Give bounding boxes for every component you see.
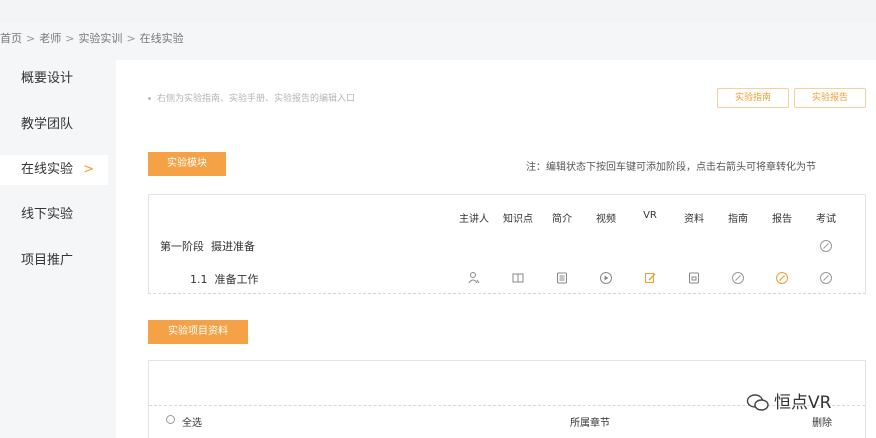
col-header-video: 视频 <box>596 214 616 225</box>
intro-document-icon[interactable] <box>555 271 569 285</box>
module-note: 注：编辑状态下按回车键可添加阶段，点击右箭头可将章转化为节 <box>526 162 816 173</box>
col-header-materials: 资料 <box>684 214 704 225</box>
col-header-exam: 考试 <box>816 214 836 225</box>
bullet-icon <box>148 97 151 100</box>
materials-icon[interactable] <box>687 271 701 285</box>
exam-icon[interactable] <box>819 271 833 285</box>
sidebar-item-promotion[interactable]: 项目推广 <box>0 246 108 276</box>
sidebar-item-overview[interactable]: 概要设计 <box>0 64 108 94</box>
guide-icon[interactable] <box>731 271 745 285</box>
col-header-lecturer: 主讲人 <box>459 214 489 225</box>
breadcrumb-teacher[interactable]: 老师 <box>39 30 61 46</box>
col-header-report: 报告 <box>772 214 792 225</box>
breadcrumb-separator: > <box>26 32 36 45</box>
knowledge-book-icon[interactable] <box>511 271 525 285</box>
col-header-knowledge: 知识点 <box>503 214 533 225</box>
section-row[interactable]: 1.1 准备工作 <box>190 271 259 287</box>
stage-row[interactable]: 第一阶段 摄进准备 <box>160 238 255 254</box>
hint-text: 右侧为实验指南、实验手册、实验报告的编辑入口 <box>157 94 356 104</box>
breadcrumb-separator: > <box>65 32 75 45</box>
sidebar-item-offline-lab[interactable]: 线下实验 <box>0 200 108 230</box>
watermark-text: 恒点VR <box>774 393 832 413</box>
sidebar: 概要设计 教学团队 在线实验 > 线下实验 项目推广 <box>0 60 113 438</box>
col-header-guide: 指南 <box>728 214 748 225</box>
watermark: 恒点VR <box>746 388 831 413</box>
sidebar-item-online-lab[interactable]: 在线实验 > <box>0 155 108 185</box>
select-all-radio[interactable] <box>166 415 175 424</box>
report-icon[interactable] <box>775 271 789 285</box>
lecturer-icon[interactable] <box>467 271 481 285</box>
lab-guide-button[interactable]: 实验指南 <box>717 88 789 108</box>
sidebar-item-team[interactable]: 教学团队 <box>0 110 108 140</box>
select-all-label[interactable]: 全选 <box>182 414 202 429</box>
breadcrumb-home[interactable]: 首页 <box>0 30 22 46</box>
breadcrumb-training[interactable]: 实验实训 <box>78 30 122 46</box>
breadcrumb: 首页 > 老师 > 实验实训 > 在线实验 <box>0 30 184 46</box>
editor-hint: 右侧为实验指南、实验手册、实验报告的编辑入口 <box>148 91 355 104</box>
exam-icon[interactable] <box>819 239 833 253</box>
video-play-icon[interactable] <box>599 271 613 285</box>
lab-module-button[interactable]: 实验模块 <box>148 152 226 176</box>
stage-label: 第一阶段 <box>160 240 204 253</box>
lab-report-button[interactable]: 实验报告 <box>794 88 866 108</box>
top-bar <box>0 0 876 22</box>
col-header-intro: 简介 <box>552 214 572 225</box>
delete-column-header: 删除 <box>812 418 832 429</box>
chapter-column-header: 所属章节 <box>570 418 610 429</box>
chevron-right-icon: > <box>83 162 94 177</box>
vr-edit-icon[interactable] <box>643 271 657 285</box>
sidebar-item-label: 在线实验 <box>21 162 74 177</box>
section-title: 准备工作 <box>214 273 259 286</box>
breadcrumb-current: 在线实验 <box>139 32 184 45</box>
wechat-logo-icon <box>746 394 769 411</box>
stage-title: 摄进准备 <box>211 240 255 253</box>
lab-resources-button[interactable]: 实验项目资料 <box>148 320 248 344</box>
col-header-vr: VR <box>643 210 657 221</box>
breadcrumb-separator: > <box>126 32 136 45</box>
section-number: 1.1 <box>190 273 208 286</box>
